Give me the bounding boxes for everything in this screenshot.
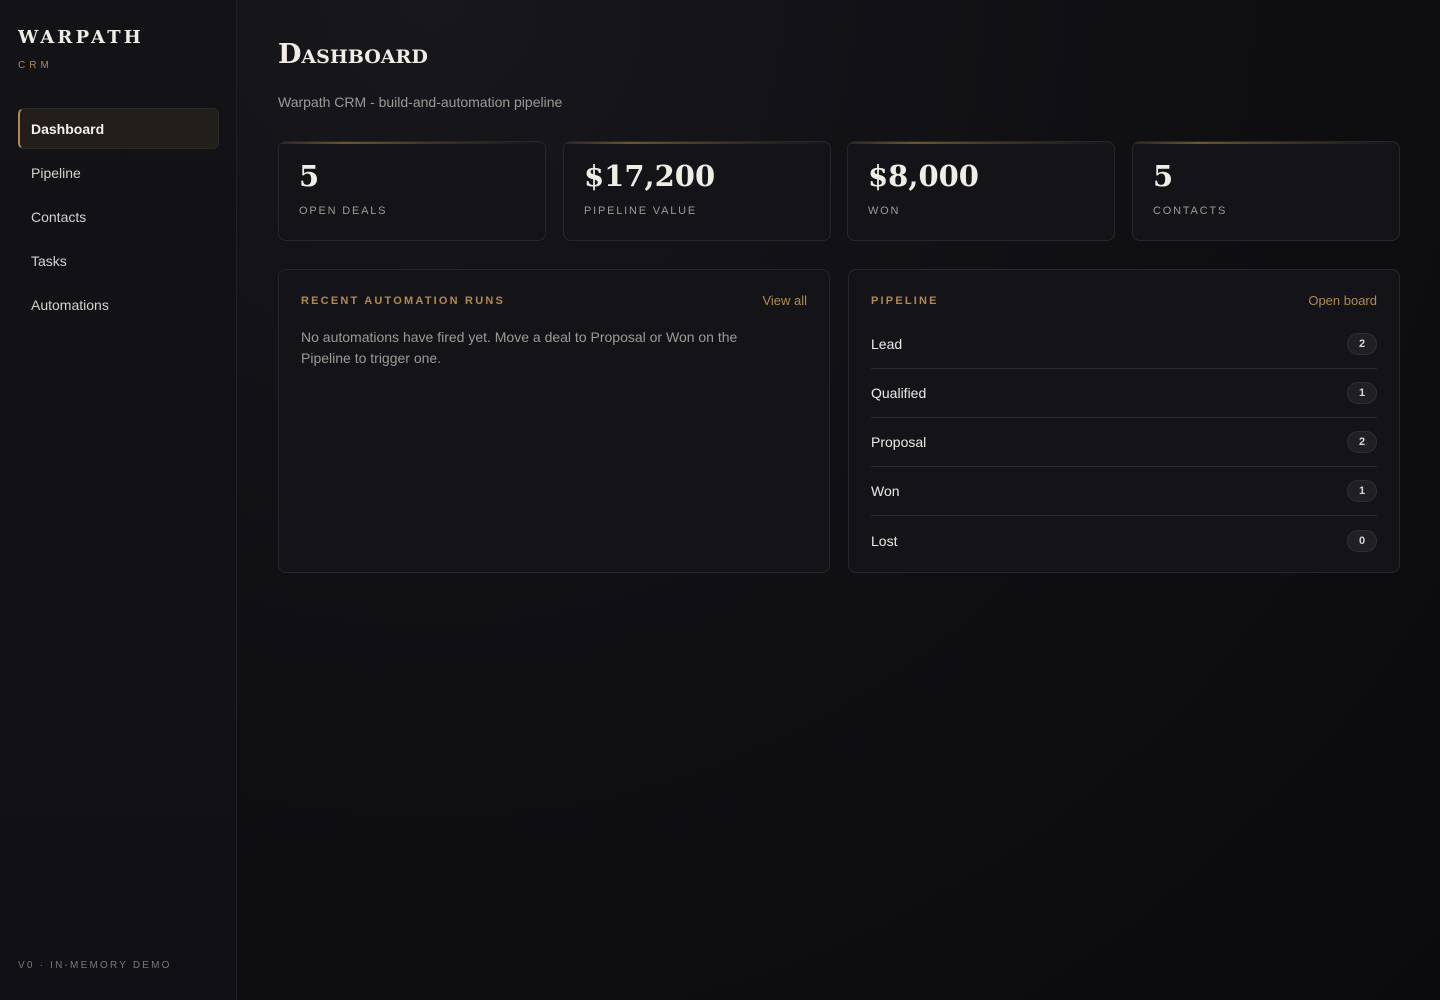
brand-name: WARPATH [18, 27, 144, 48]
stat-label: CONTACTS [1153, 205, 1228, 217]
stage-count-badge: 1 [1347, 480, 1377, 502]
stat-label: WON [868, 205, 901, 217]
sidebar-item-label: Automations [31, 296, 109, 313]
stage-count-badge: 0 [1347, 529, 1377, 552]
panel-title: RECENT AUTOMATION RUNS [301, 295, 506, 307]
sidebar-item-contacts[interactable]: Contacts [18, 196, 219, 237]
stats-row: 5 OPEN DEALS $17,200 PIPELINE VALUE $8,0… [278, 141, 1400, 241]
stage-count-badge: 2 [1347, 333, 1377, 355]
open-board-link[interactable]: Open board [1308, 293, 1377, 308]
sidebar-item-dashboard[interactable]: Dashboard [18, 108, 219, 149]
stage-row-lead[interactable]: Lead 2 [871, 320, 1377, 369]
brand: WARPATH CRM [18, 26, 144, 72]
view-all-link[interactable]: View all [762, 293, 807, 308]
stage-row-won[interactable]: Won 1 [871, 467, 1377, 516]
stage-row-qualified[interactable]: Qualified 1 [871, 369, 1377, 418]
stat-value: $8,000 [868, 159, 979, 193]
stage-name: Lead [871, 336, 903, 352]
sidebar-item-label: Tasks [31, 252, 67, 269]
sidebar-item-automations[interactable]: Automations [18, 284, 219, 325]
sidebar: WARPATH CRM Dashboard Pipeline Contacts … [0, 0, 237, 1000]
stat-card-won: $8,000 WON [847, 141, 1115, 241]
sidebar-item-tasks[interactable]: Tasks [18, 240, 219, 281]
stage-row-lost[interactable]: Lost 0 [871, 516, 1377, 565]
sidebar-item-label: Contacts [31, 208, 87, 225]
sidebar-nav: Dashboard Pipeline Contacts Tasks Automa… [18, 108, 219, 328]
brand-sub: CRM [18, 60, 53, 71]
automation-runs-panel: RECENT AUTOMATION RUNS View all No autom… [278, 269, 830, 573]
page-title: Dashboard [278, 39, 428, 70]
sidebar-item-label: Dashboard [31, 120, 105, 137]
stage-name: Proposal [871, 434, 927, 450]
stage-row-proposal[interactable]: Proposal 2 [871, 418, 1377, 467]
stage-name: Won [871, 483, 900, 499]
sidebar-item-label: Pipeline [31, 164, 81, 181]
stat-value: 5 [1153, 159, 1174, 193]
stat-card-open-deals: 5 OPEN DEALS [278, 141, 546, 241]
empty-state-text: No automations have fired yet. Move a de… [301, 329, 738, 366]
stat-value: $17,200 [584, 159, 716, 193]
pipeline-panel: PIPELINE Open board Lead 2 Qualified 1 P… [848, 269, 1400, 573]
app-root: WARPATH CRM Dashboard Pipeline Contacts … [0, 0, 1440, 1000]
stat-card-pipeline-value: $17,200 PIPELINE VALUE [563, 141, 831, 241]
stat-label: OPEN DEALS [299, 205, 388, 217]
sidebar-footer: V0 · IN-MEMORY DEMO [18, 960, 172, 971]
stat-label: PIPELINE VALUE [584, 205, 698, 217]
stage-list: Lead 2 Qualified 1 Proposal 2 Won 1 Lost [871, 320, 1377, 565]
page-subtitle: Warpath CRM - build-and-automation pipel… [278, 94, 563, 110]
stage-name: Qualified [871, 385, 927, 401]
stage-count-badge: 1 [1347, 382, 1377, 404]
stage-count-badge: 2 [1347, 431, 1377, 453]
stat-card-contacts: 5 CONTACTS [1132, 141, 1400, 241]
sidebar-item-pipeline[interactable]: Pipeline [18, 152, 219, 193]
stat-value: 5 [299, 159, 320, 193]
stage-name: Lost [871, 532, 898, 549]
panel-title: PIPELINE [871, 295, 939, 307]
